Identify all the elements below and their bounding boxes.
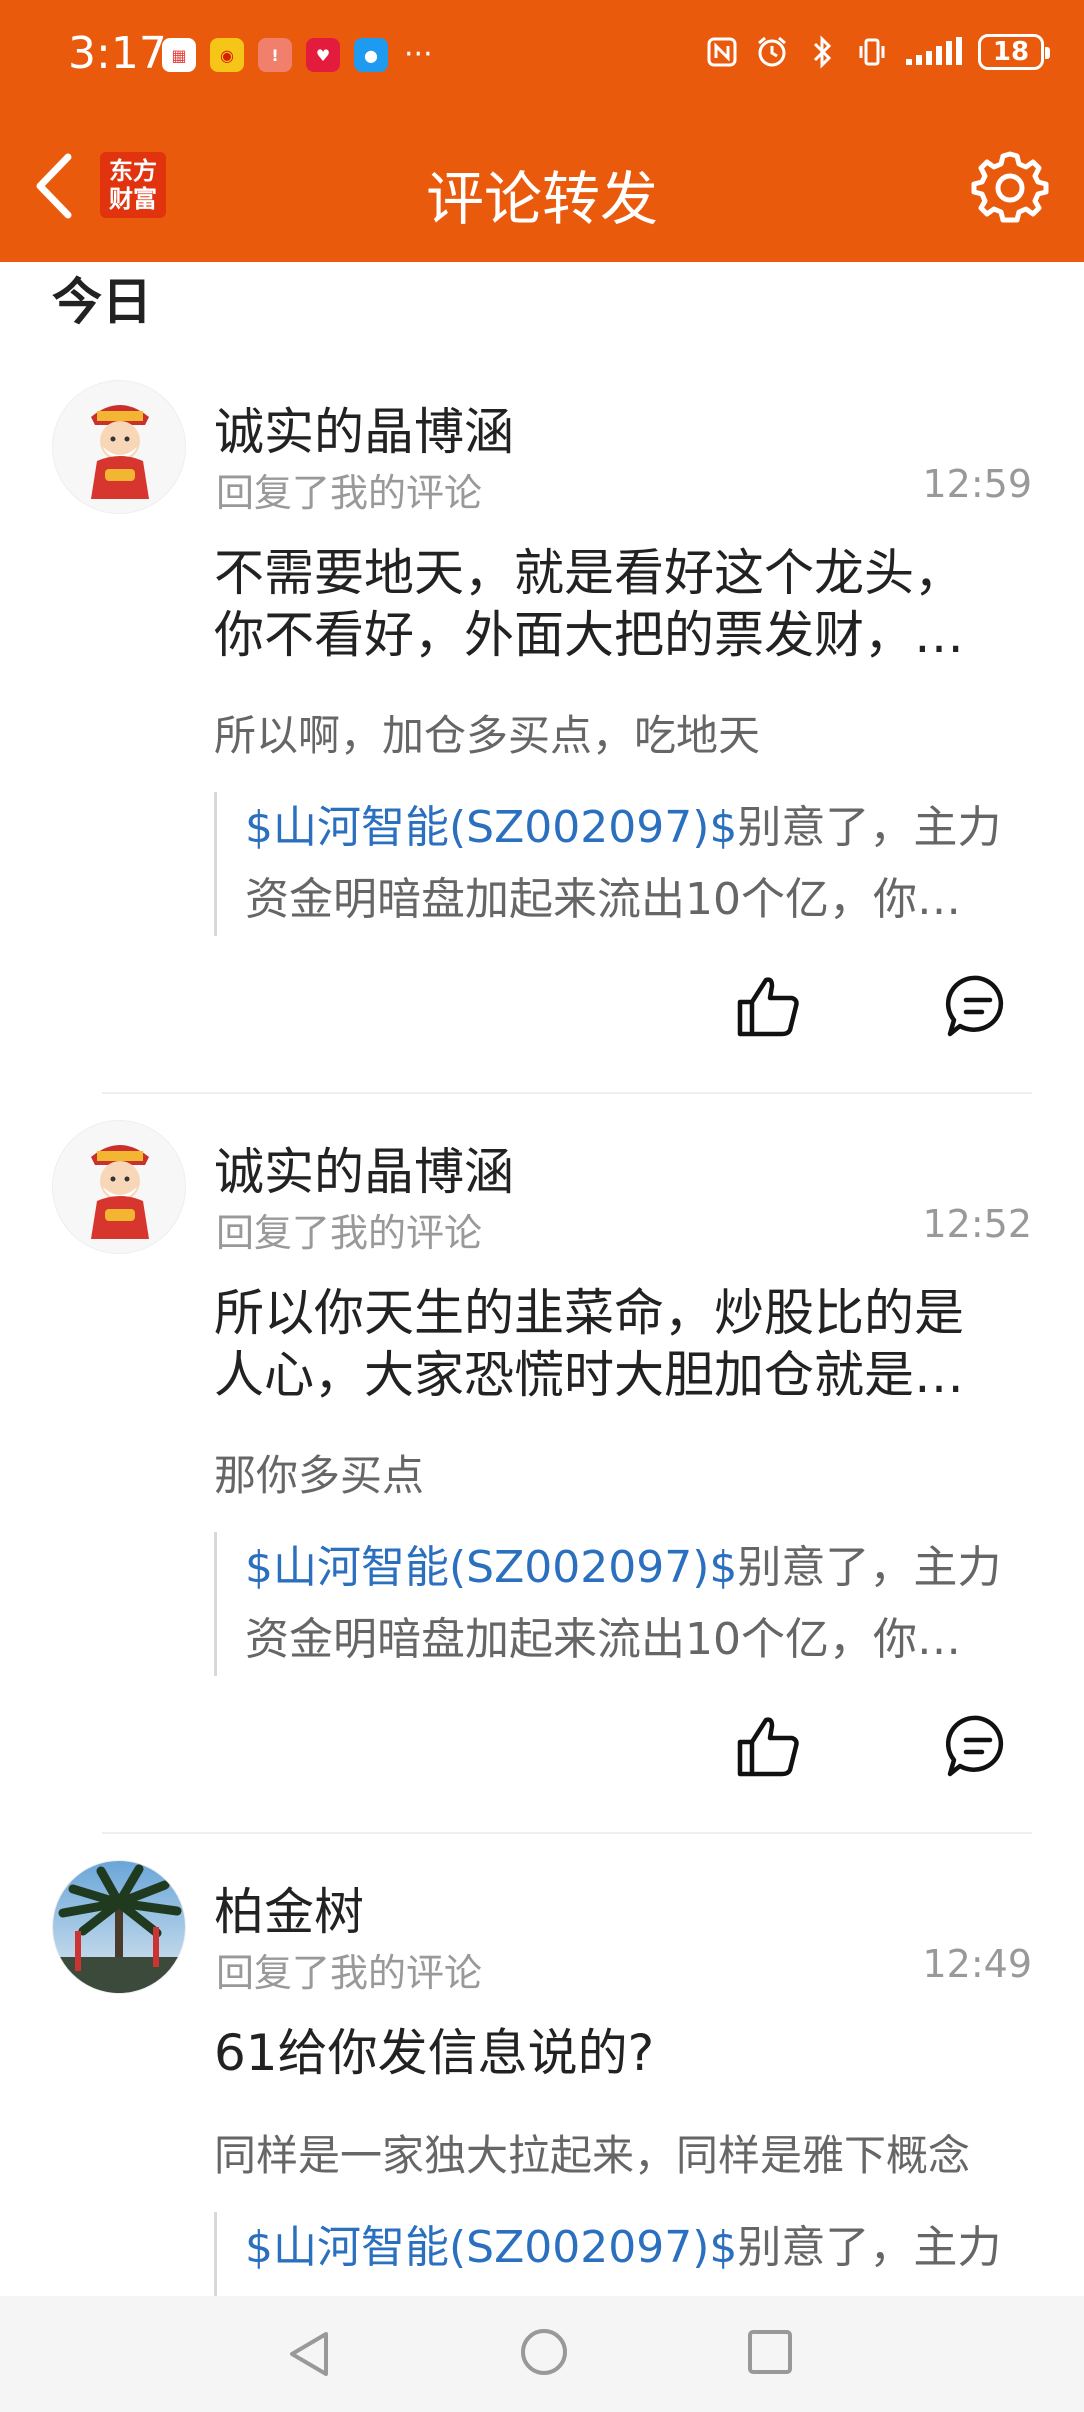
caishen-avatar-icon	[53, 1121, 185, 1253]
quote-line: 资金明暗盘加起来流出10个亿，你…	[245, 1614, 961, 1665]
alarm-icon	[754, 34, 790, 70]
divider	[102, 1092, 1032, 1094]
quoted-post[interactable]: $山河智能(SZ002097)$别意了，主力 资金明暗盘加起来流出10个亿，你…	[214, 1532, 1036, 1676]
comment-action: 回复了我的评论	[216, 1951, 483, 1995]
comment-action: 回复了我的评论	[216, 1211, 483, 1255]
comment-time: 12:49	[922, 1942, 1032, 1986]
heart-app-icon: ♥	[306, 38, 340, 72]
stock-link[interactable]: $山河智能(SZ002097)$	[245, 1542, 737, 1593]
stock-link[interactable]: $山河智能(SZ002097)$	[245, 2222, 737, 2273]
section-date-header: 今日	[52, 273, 152, 331]
nav-recents-button[interactable]	[744, 2326, 796, 2378]
thumbs-up-icon	[737, 977, 799, 1037]
status-time: 3:17	[68, 28, 167, 79]
settings-button[interactable]	[970, 148, 1050, 228]
comment-text[interactable]: 不需要地天，就是看好这个龙头， 你不看好，外面大把的票发财，…	[214, 542, 1034, 666]
page-title: 评论转发	[425, 165, 658, 233]
square-recents-icon	[748, 2330, 792, 2374]
weibo-icon: ◉	[210, 38, 244, 72]
comment-icon	[945, 1715, 1004, 1777]
comment-text-line: 61给你发信息说的?	[214, 2024, 655, 2082]
comment-action: 回复了我的评论	[216, 471, 483, 515]
comment-username[interactable]: 诚实的晶博涵	[214, 1132, 514, 1204]
avatar[interactable]	[52, 1860, 186, 1994]
nav-back-button[interactable]	[282, 2326, 338, 2382]
notification-app-icon: !	[258, 38, 292, 72]
bluetooth-icon	[804, 34, 840, 70]
comment-text-line: 不需要地天，就是看好这个龙头，	[214, 544, 964, 602]
reply-button[interactable]	[944, 972, 1012, 1040]
message-app-icon: ●	[354, 38, 388, 72]
quote-line: 资金明暗盘加起来流出10个亿，你…	[245, 874, 961, 925]
comment-time: 12:59	[922, 462, 1032, 506]
circle-home-icon	[521, 2329, 567, 2375]
stock-link[interactable]: $山河智能(SZ002097)$	[245, 802, 737, 853]
more-notifications-icon: ···	[404, 37, 433, 72]
comment-username[interactable]: 柏金树	[214, 1872, 364, 1944]
comment-time: 12:52	[922, 1202, 1032, 1246]
comment-text-line: 你不看好，外面大把的票发财，…	[214, 606, 964, 664]
like-button[interactable]	[734, 1712, 802, 1780]
nav-home-button[interactable]	[516, 2324, 572, 2380]
signal-icon	[904, 34, 964, 70]
quote-text: 别意了，主力	[737, 2222, 1002, 2273]
quoted-post[interactable]: $山河智能(SZ002097)$别意了，主力	[214, 2212, 1036, 2296]
comment-card[interactable]: 诚实的晶博涵 回复了我的评论 12:59 不需要地天，就是看好这个龙头， 你不看…	[0, 380, 1084, 1080]
comment-text[interactable]: 61给你发信息说的?	[214, 2022, 1034, 2084]
my-reply-text: 那你多买点	[214, 1451, 425, 1500]
thumbs-up-icon	[737, 1717, 799, 1777]
app-screen: 3:17 ▦ ◉ ! ♥ ● ··· 18 东方 财富 评论转发 今日 诚实的晶…	[0, 0, 1084, 2412]
quote-line: $山河智能(SZ002097)$别意了，主力	[245, 1532, 1036, 1604]
quote-text: 别意了，主力	[737, 1542, 1002, 1593]
divider	[102, 1832, 1032, 1834]
comment-text-line: 人心，大家恐慌时大胆加仓就是…	[214, 1346, 964, 1404]
battery-indicator: 18	[978, 34, 1050, 70]
vibrate-icon	[854, 34, 890, 70]
quote-line: $山河智能(SZ002097)$别意了，主力	[245, 792, 1036, 864]
system-navigation-bar	[0, 2296, 1084, 2412]
nfc-icon	[704, 34, 740, 70]
avatar[interactable]	[52, 1120, 186, 1254]
gear-icon	[971, 151, 1049, 223]
comment-card[interactable]: 柏金树 回复了我的评论 12:49 61给你发信息说的? 同样是一家独大拉起来，…	[0, 1860, 1084, 2296]
quoted-post[interactable]: $山河智能(SZ002097)$别意了，主力 资金明暗盘加起来流出10个亿，你…	[214, 792, 1036, 936]
my-reply-text: 同样是一家独大拉起来，同样是雅下概念	[214, 2131, 971, 2180]
quote-text: 别意了，主力	[737, 802, 1002, 853]
palm-tree-avatar-icon	[53, 1861, 185, 1993]
comment-text[interactable]: 所以你天生的韭菜命，炒股比的是 人心，大家恐慌时大胆加仓就是…	[214, 1282, 1034, 1406]
my-reply-text: 所以啊，加仓多买点，吃地天	[214, 711, 761, 760]
battery-level: 18	[992, 37, 1030, 67]
comment-username[interactable]: 诚实的晶博涵	[214, 392, 514, 464]
system-status: 18	[704, 34, 1050, 70]
comment-text-line: 所以你天生的韭菜命，炒股比的是	[214, 1284, 964, 1342]
caishen-avatar-icon	[53, 381, 185, 513]
huawei-app-icon: ▦	[162, 38, 196, 72]
comment-icon	[945, 975, 1004, 1037]
like-button[interactable]	[734, 972, 802, 1040]
notification-icons: ▦ ◉ ! ♥ ● ···	[162, 38, 433, 72]
avatar[interactable]	[52, 380, 186, 514]
quote-line: $山河智能(SZ002097)$别意了，主力	[245, 2212, 1036, 2284]
status-bar: 3:17 ▦ ◉ ! ♥ ● ··· 18	[0, 0, 1084, 110]
reply-button[interactable]	[944, 1712, 1012, 1780]
comment-card[interactable]: 诚实的晶博涵 回复了我的评论 12:52 所以你天生的韭菜命，炒股比的是 人心，…	[0, 1120, 1084, 1820]
triangle-back-icon	[290, 2332, 328, 2376]
top-app-bar: 东方 财富 评论转发	[0, 110, 1084, 262]
